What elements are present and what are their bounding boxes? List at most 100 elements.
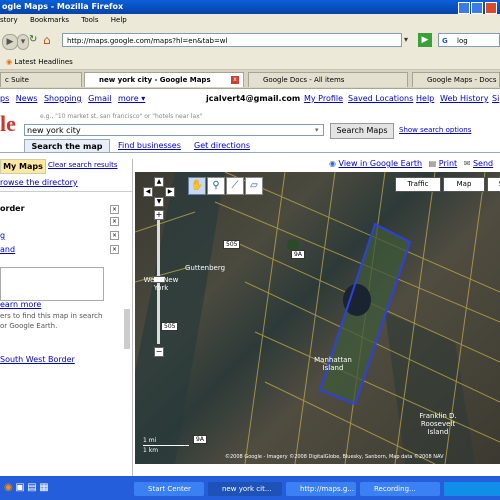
tab-google-docs[interactable]: Google Docs - All items (248, 72, 408, 87)
close-icon[interactable]: × (110, 205, 119, 214)
close-window-button[interactable] (485, 2, 497, 14)
placemark-tool-icon[interactable]: ⚲ (207, 177, 225, 195)
browse-directory-link[interactable]: rowse the directory (0, 178, 78, 187)
quicklaunch-icon[interactable]: ▦ (39, 482, 48, 493)
url-dropdown-icon[interactable]: ▾ (404, 35, 414, 45)
search-maps-button[interactable]: Search Maps (330, 123, 394, 139)
google-search-icon: G (442, 37, 448, 45)
zoom-in-button[interactable]: + (154, 210, 164, 220)
satellite-button[interactable]: Sa (487, 177, 500, 192)
user-email: jcalvert4@gmail.com (206, 94, 301, 103)
firefox-icon[interactable]: ◉ (4, 482, 13, 493)
line-tool-icon[interactable]: ⟋ (226, 177, 244, 195)
close-icon[interactable]: × (110, 217, 119, 226)
nav-help[interactable]: Help (416, 93, 434, 105)
clear-search-results-link[interactable]: Clear search results (48, 161, 117, 169)
search-dropdown-icon[interactable]: ▾ (315, 126, 319, 134)
nav-saved-locations[interactable]: Saved Locations (348, 93, 413, 105)
my-maps-tab[interactable]: My Maps (0, 159, 46, 174)
south-west-border-link[interactable]: South West Border (0, 355, 75, 364)
sidebar-scrollbar[interactable] (124, 309, 130, 349)
maps-search-input[interactable]: new york city (24, 124, 324, 136)
maximize-button[interactable] (471, 2, 483, 14)
scale-mi: 1 mi (143, 437, 157, 444)
pan-up-icon[interactable]: ▲ (154, 177, 164, 187)
nav-sign-out[interactable]: Si (492, 93, 499, 105)
home-icon[interactable]: ⌂ (43, 33, 57, 47)
close-icon[interactable]: × (110, 231, 119, 240)
nav-link-maps[interactable]: ps (0, 94, 9, 103)
map-label-franklin: Franklin D. Roosevelt Island (419, 412, 457, 436)
send-link[interactable]: Send (473, 159, 493, 168)
map-title: order (0, 204, 25, 213)
map-type-button[interactable]: Map (443, 177, 485, 192)
sidebar-item-link[interactable]: and (0, 245, 15, 254)
window-title: ogle Maps - Mozilla Firefox (2, 2, 124, 11)
menu-bookmarks[interactable]: Bookmarks (30, 16, 69, 24)
shape-tool-icon[interactable]: ▱ (245, 177, 263, 195)
menu-history[interactable]: story (0, 16, 18, 24)
traffic-button[interactable]: Traffic (395, 177, 441, 192)
close-icon[interactable]: × (110, 245, 119, 254)
maps-search-value: new york city (27, 126, 81, 135)
quicklaunch-icon[interactable]: ▤ (27, 482, 36, 493)
map-copyright: ©2008 Google - Imagery ©2008 DigitalGlob… (225, 454, 444, 460)
sidebar-item-link[interactable]: g (0, 231, 5, 240)
view-in-google-earth-link[interactable]: View in Google Earth (339, 159, 423, 168)
tab-label: Google Maps - Docs & S (427, 76, 499, 84)
nav-link-news[interactable]: News (16, 94, 38, 103)
taskbar-item-recording[interactable]: Recording... (360, 482, 440, 496)
tab-suite[interactable]: c Suite (0, 72, 82, 87)
hand-tool-icon[interactable]: ✋ (188, 177, 206, 195)
map-view[interactable]: ▲ ◀ ▶ ▼ + − ✋ ⚲ ⟋ ▱ Traffic Map Sa Gutte… (135, 172, 500, 464)
map-label-guttenberg: Guttenberg (185, 264, 226, 272)
nav-link-more[interactable]: more ▾ (118, 94, 145, 103)
learn-more-link[interactable]: earn more (0, 300, 41, 309)
nav-link-shopping[interactable]: Shopping (44, 94, 82, 103)
search-box[interactable]: G log (438, 33, 500, 47)
pan-left-icon[interactable]: ◀ (143, 187, 153, 197)
go-icon[interactable]: ▶ (418, 33, 432, 47)
map-label-west-new-york: West New York (143, 276, 179, 292)
bookmark-latest-headlines[interactable]: Latest Headlines (14, 58, 72, 66)
route-shield: 9A (193, 435, 207, 444)
show-search-options-link[interactable]: Show search options (399, 126, 471, 134)
taskbar: ◉ ▣ ▤ ▦ Start Center new york cit... htt… (0, 476, 500, 500)
nav-my-profile[interactable]: My Profile (304, 93, 343, 105)
pan-right-icon[interactable]: ▶ (165, 187, 175, 197)
quicklaunch-icon[interactable]: ▣ (15, 482, 24, 493)
page-tabs: Search the map Find businesses Get direc… (0, 139, 500, 153)
route-shield: 9A (291, 250, 305, 259)
tab-google-maps-docs[interactable]: Google Maps - Docs & S (412, 72, 500, 87)
tab-find-businesses[interactable]: Find businesses (118, 139, 181, 152)
route-shield: 505 (223, 240, 241, 249)
pan-control[interactable]: ▲ ◀ ▶ ▼ (143, 177, 175, 207)
url-bar[interactable]: http://maps.google.com/maps?hl=en&tab=wl (62, 33, 402, 47)
reload-icon[interactable]: ↻ (29, 34, 41, 46)
print-link[interactable]: Print (439, 159, 457, 168)
nav-web-history[interactable]: Web History (440, 93, 488, 105)
forward-button[interactable]: ▶ (2, 34, 18, 50)
minimize-button[interactable] (458, 2, 470, 14)
divider (0, 191, 132, 192)
tab-google-maps[interactable]: new york city - Google Maps (84, 72, 244, 87)
google-logo: le (0, 111, 16, 136)
close-tab-icon[interactable]: x (231, 76, 239, 84)
taskbar-item-firefox[interactable]: new york cit... (208, 482, 282, 496)
taskbar-item-start-center[interactable]: Start Center (134, 482, 204, 496)
route-shield: 505 (161, 322, 179, 331)
taskbar-item-maps[interactable]: http://maps.g... (286, 482, 356, 496)
menu-help[interactable]: Help (111, 16, 127, 24)
description-box[interactable] (0, 267, 104, 301)
nav-link-gmail[interactable]: Gmail (88, 94, 111, 103)
dropdown-icon[interactable]: ▾ (17, 34, 29, 50)
tab-search-the-map[interactable]: Search the map (24, 139, 110, 153)
scale-bar: 1 mi 1 km (143, 437, 193, 457)
zoom-out-button[interactable]: − (154, 347, 164, 357)
menu-tools[interactable]: Tools (81, 16, 98, 24)
tab-label: new york city - Google Maps (99, 76, 211, 84)
tab-get-directions[interactable]: Get directions (194, 139, 250, 152)
bookmarks-bar: ◉ Latest Headlines (0, 55, 500, 70)
pan-down-icon[interactable]: ▼ (154, 197, 164, 207)
page-content: ps News Shopping Gmail more ▾ jcalvert4@… (0, 89, 500, 476)
